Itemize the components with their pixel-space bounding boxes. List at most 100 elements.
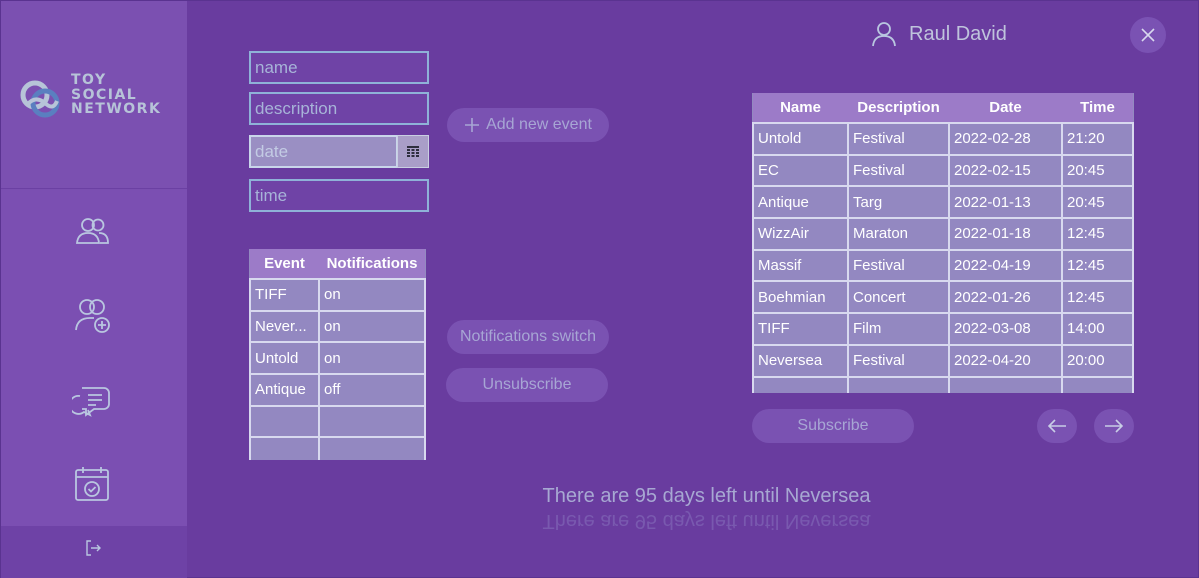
- sidebar-item-add-friend[interactable]: [70, 294, 114, 338]
- table-row[interactable]: Untold on: [249, 341, 426, 376]
- previous-page-button[interactable]: [1037, 409, 1077, 443]
- user-profile[interactable]: Raul David: [871, 19, 1007, 49]
- table-row[interactable]: Antique Targ 2022-01-13 20:45: [752, 185, 1134, 220]
- table-row[interactable]: TIFF on: [249, 278, 426, 312]
- column-header-notifications[interactable]: Notifications: [319, 249, 425, 279]
- chat-icon: [72, 387, 110, 417]
- date-picker-button[interactable]: [397, 135, 429, 168]
- table-cell: 2022-01-13: [948, 185, 1063, 220]
- notifications-switch-button[interactable]: Notifications switch: [447, 320, 609, 354]
- table-cell: [948, 375, 1063, 393]
- table-cell: TIFF: [249, 278, 320, 312]
- app-window: TOY SOCIAL NETWORK Raul David name descr…: [0, 0, 1199, 578]
- table-cell: [318, 404, 426, 439]
- table-cell: Festival: [847, 343, 950, 378]
- plus-icon: [465, 118, 480, 132]
- subscribed-events-table: Event Notifications TIFF on Never... on Unto…: [249, 249, 426, 460]
- table-cell: 12:45: [1061, 248, 1134, 283]
- logo-area: TOY SOCIAL NETWORK: [1, 1, 187, 189]
- table-cell: [752, 375, 849, 393]
- add-user-icon: [75, 299, 110, 333]
- table-row[interactable]: Untold Festival 2022-02-28 21:20: [752, 122, 1134, 156]
- table-cell: 14:00: [1061, 312, 1134, 346]
- table-cell: Boehmian: [752, 280, 849, 315]
- table-row[interactable]: Never... on: [249, 309, 426, 344]
- table-header-row: Name Description Date Time: [753, 93, 1133, 123]
- column-header-event[interactable]: Event: [250, 249, 319, 279]
- table-cell: Concert: [847, 280, 950, 315]
- table-cell: 2022-02-28: [948, 122, 1063, 156]
- table-cell: Festival: [847, 153, 950, 188]
- sidebar-item-messages[interactable]: [70, 378, 114, 422]
- table-cell: [1061, 375, 1134, 393]
- table-row[interactable]: TIFF Film 2022-03-08 14:00: [752, 312, 1134, 346]
- table-cell: 20:45: [1061, 153, 1134, 188]
- table-row[interactable]: [249, 436, 426, 460]
- table-row[interactable]: [249, 404, 426, 439]
- events-table: Name Description Date Time Untold Festiva…: [752, 93, 1134, 393]
- table-cell: 2022-02-15: [948, 153, 1063, 188]
- table-row[interactable]: Massif Festival 2022-04-19 12:45: [752, 248, 1134, 283]
- table-row[interactable]: [752, 375, 1134, 393]
- table-cell: Festival: [847, 248, 950, 283]
- table-row[interactable]: EC Festival 2022-02-15 20:45: [752, 153, 1134, 188]
- subscribe-button[interactable]: Subscribe: [752, 409, 914, 443]
- arrow-right-icon: [1105, 419, 1124, 433]
- table-cell: 2022-01-18: [948, 217, 1063, 251]
- sidebar-item-friends[interactable]: [70, 210, 114, 254]
- table-cell: 2022-04-20: [948, 343, 1063, 378]
- table-header-row: Event Notifications: [250, 249, 425, 279]
- logo-text: TOY SOCIAL NETWORK: [71, 73, 161, 117]
- logout-button[interactable]: [1, 526, 187, 578]
- table-cell: 20:45: [1061, 185, 1134, 220]
- user-icon: [872, 22, 896, 47]
- event-date-input[interactable]: [249, 135, 398, 168]
- table-row[interactable]: Neversea Festival 2022-04-20 20:00: [752, 343, 1134, 378]
- table-cell: Never...: [249, 309, 320, 344]
- event-time-input[interactable]: [249, 179, 429, 212]
- table-cell: off: [318, 373, 426, 407]
- event-name-input[interactable]: [249, 51, 429, 84]
- table-row[interactable]: WizzAir Maraton 2022-01-18 12:45: [752, 217, 1134, 251]
- table-cell: [249, 436, 320, 460]
- table-cell: 20:00: [1061, 343, 1134, 378]
- table-cell: Festival: [847, 122, 950, 156]
- table-cell: Antique: [249, 373, 320, 407]
- table-cell: WizzAir: [752, 217, 849, 251]
- user-name: Raul David: [909, 22, 1007, 45]
- logo-line-2: SOCIAL: [71, 86, 138, 103]
- next-page-button[interactable]: [1094, 409, 1134, 443]
- table-cell: on: [318, 309, 426, 344]
- table-row[interactable]: Antique off: [249, 373, 426, 407]
- table-cell: Untold: [249, 341, 320, 376]
- table-cell: 2022-03-08: [948, 312, 1063, 346]
- sidebar-nav: [1, 190, 187, 526]
- close-button[interactable]: [1130, 17, 1166, 53]
- event-description-input[interactable]: [249, 92, 429, 125]
- table-cell: on: [318, 278, 426, 312]
- unsubscribe-button[interactable]: Unsubscribe: [446, 368, 608, 402]
- table-cell: 12:45: [1061, 280, 1134, 315]
- table-cell: TIFF: [752, 312, 849, 346]
- table-cell: EC: [752, 153, 849, 188]
- column-header-time[interactable]: Time: [1062, 93, 1133, 123]
- table-cell: Massif: [752, 248, 849, 283]
- table-cell: [249, 404, 320, 439]
- table-cell: on: [318, 341, 426, 376]
- table-cell: 2022-01-26: [948, 280, 1063, 315]
- column-header-date[interactable]: Date: [949, 93, 1062, 123]
- table-cell: 12:45: [1061, 217, 1134, 251]
- arrow-left-icon: [1047, 419, 1066, 433]
- column-header-description[interactable]: Description: [848, 93, 949, 123]
- table-cell: Untold: [752, 122, 849, 156]
- table-cell: [318, 436, 426, 460]
- table-cell: Neversea: [752, 343, 849, 378]
- add-event-button[interactable]: Add new event: [447, 108, 609, 142]
- add-event-label: Add new event: [486, 116, 592, 133]
- table-row[interactable]: Boehmian Concert 2022-01-26 12:45: [752, 280, 1134, 315]
- countdown-reflection: There are 95 days left until Neversea: [542, 510, 871, 532]
- table-cell: 21:20: [1061, 122, 1134, 156]
- table-cell: Antique: [752, 185, 849, 220]
- countdown-text: There are 95 days left until Neversea: [542, 485, 871, 507]
- column-header-name[interactable]: Name: [753, 93, 848, 123]
